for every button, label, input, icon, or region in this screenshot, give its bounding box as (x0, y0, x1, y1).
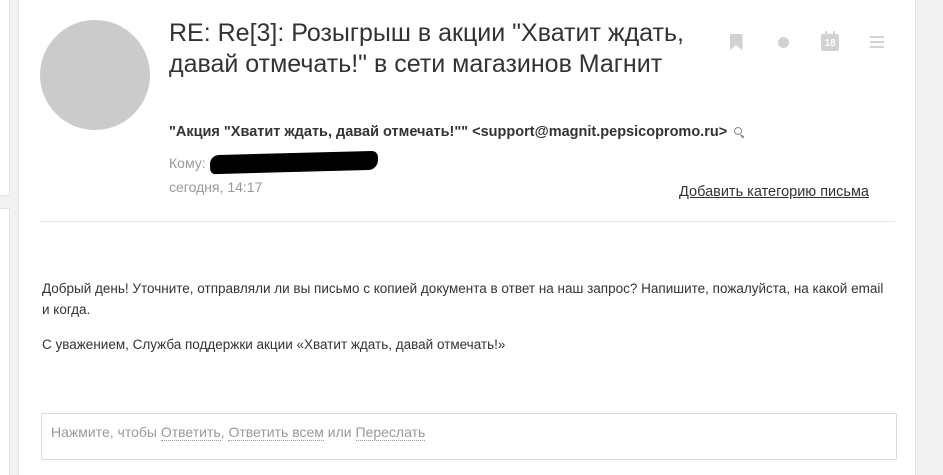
bookmark-icon (729, 33, 743, 51)
search-icon[interactable] (734, 127, 744, 137)
reply-link[interactable]: Ответить (160, 424, 221, 441)
message-actions: 18 (720, 30, 893, 54)
calendar-icon: 18 (821, 30, 839, 51)
calendar-button[interactable]: 18 (814, 30, 846, 54)
reply-all-link[interactable]: Ответить всем (228, 424, 324, 441)
message-panel: RE: Re[3]: Розыгрыш в акции "Хватит ждат… (18, 0, 916, 475)
body-paragraph: Добрый день! Уточните, отправляли ли вы … (42, 281, 884, 317)
sender-address[interactable]: "Акция "Хватит ждать, давай отмечать!"" … (169, 124, 727, 140)
message-date: сегодня, 14:17 (169, 179, 263, 195)
side-panel-bottom (0, 208, 10, 475)
to-label: Кому: (169, 154, 206, 171)
add-category-link[interactable]: Добавить категорию письма (679, 184, 869, 200)
header-divider (40, 221, 895, 222)
sender-avatar (40, 20, 150, 130)
quick-reply-box[interactable]: Нажмите, чтобы Ответить, Ответить всем и… (41, 413, 897, 460)
recipient-row: Кому: (169, 150, 378, 175)
more-menu-button[interactable] (861, 30, 893, 54)
dot-icon (777, 36, 789, 48)
reply-prefix: Нажмите, чтобы (51, 424, 157, 440)
body-paragraph: С уважением, Служба поддержки акции «Хва… (42, 337, 506, 352)
side-panel-top (0, 0, 10, 196)
forward-link[interactable]: Переслать (355, 424, 426, 441)
sender-line[interactable]: "Акция "Хватит ждать, давай отмечать!"" … (169, 124, 744, 140)
reply-separator: , (220, 424, 225, 440)
bookmark-button[interactable] (720, 30, 752, 54)
menu-icon (870, 36, 884, 48)
mark-read-button[interactable] (767, 30, 799, 54)
message-subject: RE: Re[3]: Розыгрыш в акции "Хватит ждат… (169, 19, 684, 78)
message-body: Добрый день! Уточните, отправляли ли вы … (42, 278, 892, 355)
reply-or: или (327, 424, 352, 440)
redacted-recipient (209, 150, 378, 175)
